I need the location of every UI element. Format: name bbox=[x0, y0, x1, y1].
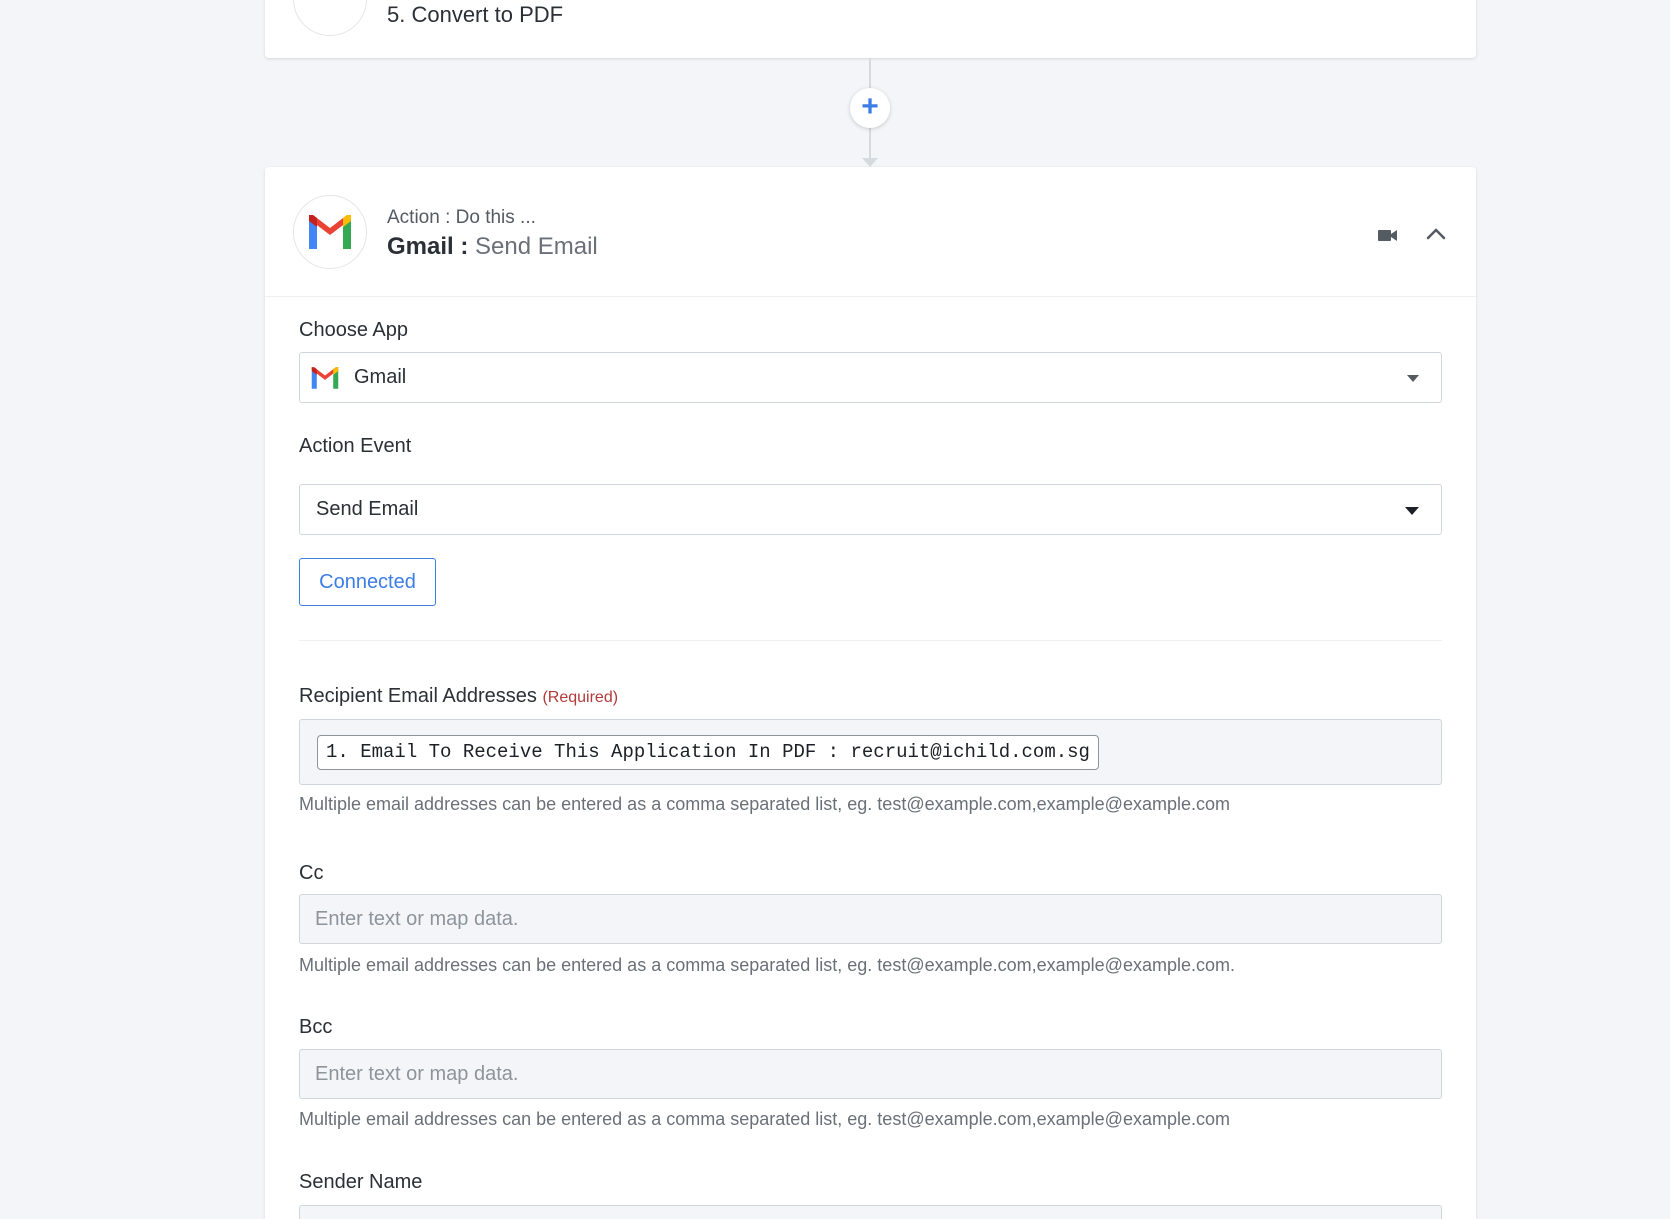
sender-name-label: Sender Name bbox=[299, 1171, 423, 1193]
previous-step-card[interactable]: 5. Convert to PDF bbox=[265, 0, 1476, 58]
choose-app-label: Choose App bbox=[299, 319, 408, 341]
choose-app-value: Gmail bbox=[354, 366, 407, 388]
cc-label: Cc bbox=[299, 862, 324, 884]
recipient-emails-field[interactable]: 1. Email To Receive This Application In … bbox=[299, 719, 1442, 785]
action-app-name: Gmail : bbox=[387, 233, 469, 260]
mapped-field-chip[interactable]: 1. Email To Receive This Application In … bbox=[317, 735, 1099, 770]
cc-input[interactable] bbox=[299, 894, 1442, 944]
gmail-logo-icon bbox=[293, 195, 367, 269]
choose-app-select[interactable]: Gmail bbox=[299, 352, 1442, 403]
bcc-label: Bcc bbox=[299, 1016, 333, 1038]
action-event-name: Send Email bbox=[475, 233, 598, 260]
previous-step-title: 5. Convert to PDF bbox=[387, 2, 564, 27]
action-step-card: Action : Do this ... Gmail : Send Email … bbox=[265, 167, 1476, 1219]
action-event-label: Action Event bbox=[299, 435, 412, 457]
section-divider bbox=[299, 640, 1442, 641]
recipient-emails-help: Multiple email addresses can be entered … bbox=[299, 794, 1230, 814]
google-docs-logo-icon bbox=[293, 0, 367, 36]
bcc-help: Multiple email addresses can be entered … bbox=[299, 1109, 1230, 1129]
connector-arrow-icon bbox=[862, 158, 878, 167]
action-step-title: Gmail : Send Email bbox=[387, 233, 598, 261]
connected-button[interactable]: Connected bbox=[299, 558, 436, 606]
required-marker: (Required) bbox=[542, 689, 619, 706]
video-tutorial-icon[interactable] bbox=[1377, 227, 1399, 243]
recipient-emails-label: Recipient Email Addresses (Required) bbox=[299, 685, 618, 708]
sender-name-input[interactable] bbox=[299, 1205, 1442, 1219]
action-event-value: Send Email bbox=[316, 498, 419, 520]
recipient-emails-label-text: Recipient Email Addresses bbox=[299, 685, 537, 707]
chevron-down-icon bbox=[1405, 507, 1419, 515]
action-event-select[interactable]: Send Email bbox=[299, 484, 1442, 535]
chevron-down-icon bbox=[1407, 375, 1419, 382]
collapse-chevron-up-icon[interactable] bbox=[1425, 223, 1447, 245]
cc-help: Multiple email addresses can be entered … bbox=[299, 955, 1235, 975]
action-step-header[interactable]: Action : Do this ... Gmail : Send Email bbox=[265, 167, 1476, 297]
add-step-button[interactable]: + bbox=[850, 88, 890, 128]
action-step-subtitle: Action : Do this ... bbox=[387, 207, 536, 228]
gmail-small-icon bbox=[311, 367, 339, 389]
bcc-input[interactable] bbox=[299, 1049, 1442, 1099]
